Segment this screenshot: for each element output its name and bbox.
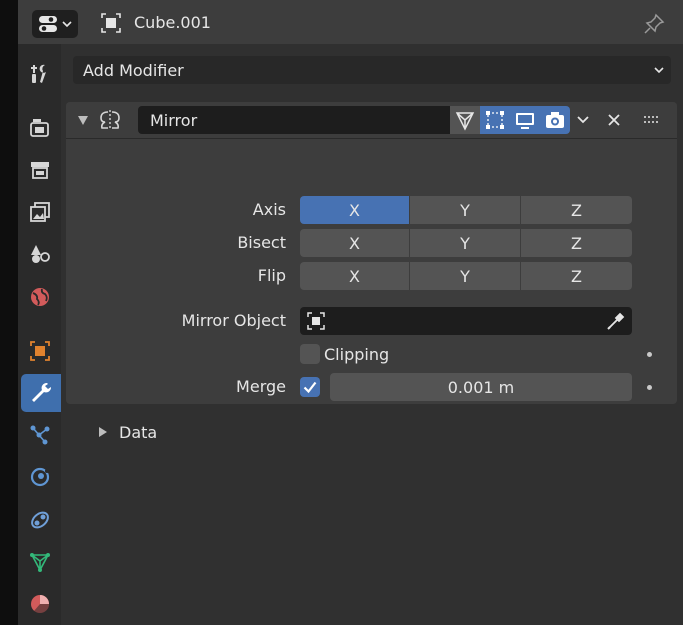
bisect-y-label: Y xyxy=(460,233,470,253)
expand-arrow-icon[interactable] xyxy=(99,427,107,437)
output-icon xyxy=(31,162,49,179)
axis-label: Axis xyxy=(252,200,286,219)
camera-icon xyxy=(546,112,564,128)
tool-icon xyxy=(31,64,46,83)
properties-tabs xyxy=(18,44,61,625)
world-icon xyxy=(31,288,49,306)
merge-keyframe-dot[interactable] xyxy=(647,385,652,390)
mirror-object-field[interactable] xyxy=(300,307,632,335)
flip-label: Flip xyxy=(257,266,286,285)
clipping-checkbox[interactable] xyxy=(300,344,320,364)
material-tab[interactable] xyxy=(21,585,59,623)
editor-type-button[interactable] xyxy=(32,10,78,38)
axis-z-label: Z xyxy=(571,200,582,220)
monitor-icon xyxy=(516,113,534,129)
modifier-name-field[interactable]: Mirror xyxy=(138,106,450,134)
edit-mode-icon xyxy=(486,111,504,129)
axis-z-button[interactable]: Z xyxy=(521,196,632,224)
bisect-z-button[interactable]: Z xyxy=(521,229,632,257)
bisect-label: Bisect xyxy=(237,233,286,252)
add-modifier-dropdown[interactable]: Add Modifier xyxy=(73,56,671,84)
object-tab[interactable] xyxy=(21,332,59,370)
physics-tab[interactable] xyxy=(21,458,59,496)
axis-x-button[interactable]: X xyxy=(300,196,409,224)
axis-y-button[interactable]: Y xyxy=(410,196,520,224)
view-layer-tab[interactable] xyxy=(21,193,59,231)
modifier-tab[interactable] xyxy=(21,374,61,412)
output-tab[interactable] xyxy=(21,151,59,189)
bisect-z-label: Z xyxy=(571,233,582,253)
pin-icon[interactable] xyxy=(642,12,666,36)
merge-label: Merge xyxy=(236,377,286,396)
checkmark-icon xyxy=(303,381,317,394)
properties-editor: Cube.001 Add Modifier Mirror Axis X Y Z … xyxy=(18,0,683,625)
data-tab[interactable] xyxy=(21,543,59,581)
flip-z-label: Z xyxy=(571,266,582,286)
bisect-row-label-wrap: Bisect xyxy=(66,229,286,257)
mesh-data-icon xyxy=(30,553,50,572)
material-icon xyxy=(31,595,50,614)
modifier-content: Add Modifier Mirror Axis X Y Z Bisect X … xyxy=(61,44,683,625)
mirror-object-label: Mirror Object xyxy=(181,311,286,330)
flip-row-label-wrap: Flip xyxy=(66,262,286,290)
merge-checkbox[interactable] xyxy=(300,377,320,397)
object-name-label: Cube.001 xyxy=(134,13,211,32)
object-icon xyxy=(307,312,325,330)
merge-distance-value: 0.001 m xyxy=(447,377,515,397)
chevron-down-icon xyxy=(654,67,664,74)
bisect-x-button[interactable]: X xyxy=(300,229,409,257)
flip-x-label: X xyxy=(349,266,360,286)
edit-mode-toggle[interactable] xyxy=(480,106,510,134)
scene-tab[interactable] xyxy=(21,235,59,273)
mirror-object-label-wrap: Mirror Object xyxy=(66,307,286,335)
clipping-label: Clipping xyxy=(324,345,390,364)
data-subpanel-label[interactable]: Data xyxy=(119,423,157,442)
chevron-down-icon[interactable] xyxy=(576,115,590,125)
modifier-panel-header: Mirror xyxy=(66,102,677,139)
physics-icon xyxy=(30,467,50,487)
constraints-tab[interactable] xyxy=(21,501,59,539)
flip-z-button[interactable]: Z xyxy=(521,262,632,290)
collapse-arrow-icon[interactable] xyxy=(78,116,88,125)
world-tab[interactable] xyxy=(21,278,59,316)
bisect-x-label: X xyxy=(349,233,360,253)
render-toggle[interactable] xyxy=(540,106,570,134)
object-icon xyxy=(101,13,121,33)
editor-type-icon xyxy=(39,16,57,32)
drag-handle-icon[interactable] xyxy=(644,116,660,124)
wrench-icon xyxy=(32,382,52,402)
flip-y-label: Y xyxy=(460,266,470,286)
flip-y-button[interactable]: Y xyxy=(410,262,520,290)
edit-cage-toggle[interactable] xyxy=(450,106,480,134)
render-icon xyxy=(30,119,49,137)
view-layer-icon xyxy=(30,202,50,222)
properties-header: Cube.001 xyxy=(18,0,683,44)
clipping-keyframe-dot[interactable] xyxy=(647,352,652,357)
merge-label-wrap: Merge xyxy=(66,373,286,401)
particles-tab[interactable] xyxy=(21,416,59,454)
close-icon[interactable] xyxy=(607,113,621,127)
chevron-down-icon xyxy=(62,21,72,28)
add-modifier-label: Add Modifier xyxy=(83,60,184,80)
modifier-name: Mirror xyxy=(150,110,198,130)
scene-icon xyxy=(31,245,50,263)
cage-icon xyxy=(455,112,475,131)
mirror-modifier-icon xyxy=(100,110,120,130)
eyedropper-icon[interactable] xyxy=(606,311,626,331)
axis-y-label: Y xyxy=(460,200,470,220)
constraints-icon xyxy=(31,511,49,529)
flip-x-button[interactable]: X xyxy=(300,262,409,290)
object-tab-icon xyxy=(30,341,50,361)
bisect-y-button[interactable]: Y xyxy=(410,229,520,257)
render-tab[interactable] xyxy=(21,108,59,146)
mirror-modifier-panel: Mirror Axis X Y Z Bisect X Y Z Flip X Y … xyxy=(66,102,677,442)
particles-icon xyxy=(30,425,50,445)
axis-x-label: X xyxy=(349,200,360,220)
tool-tab[interactable] xyxy=(21,55,59,93)
axis-row-label-wrap: Axis xyxy=(66,196,286,224)
viewport-toggle[interactable] xyxy=(510,106,540,134)
merge-distance-field[interactable]: 0.001 m xyxy=(330,373,632,401)
